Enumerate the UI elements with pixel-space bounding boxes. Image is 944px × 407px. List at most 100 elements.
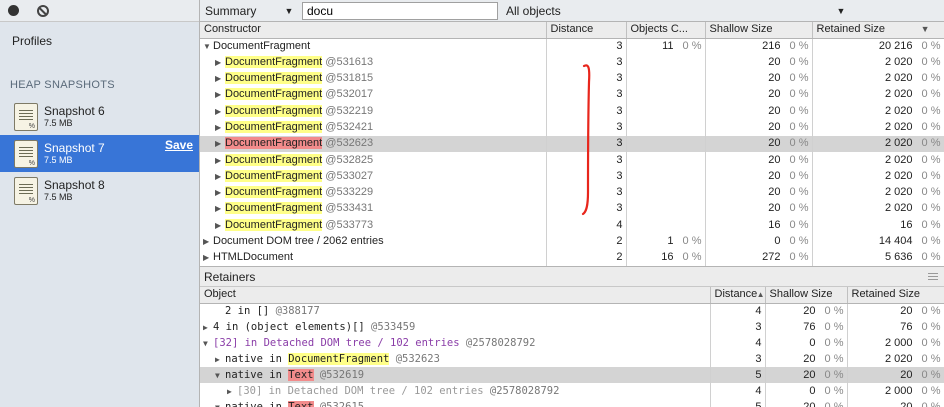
- record-icon[interactable]: [8, 5, 19, 16]
- col-ret-shallow-size[interactable]: Shallow Size: [765, 287, 848, 304]
- shallow-size-cell-percent: 0 %: [789, 88, 809, 101]
- retained-size-cell-percent: 0 %: [921, 218, 941, 231]
- retainer-row[interactable]: ▶ 4 in (object elements)[] @533459 3 76 0 % 7…: [200, 319, 944, 335]
- col-ret-retained-size[interactable]: Retained Size: [847, 287, 944, 304]
- constructor-row[interactable]: ▶ Document DOM tree / 2062 entries 2 1 0 % 0 0…: [200, 233, 944, 250]
- view-dropdown-icon[interactable]: ▼: [276, 6, 302, 16]
- snapshot-item[interactable]: Snapshot 77.5 MB Save: [0, 135, 199, 172]
- retainer-row[interactable]: ▼ native in Text @532619 5 20 0 % 20 0 %: [200, 367, 944, 383]
- expand-triangle-icon[interactable]: ▶: [215, 201, 225, 216]
- shallow-size-cell: 20 0 %: [705, 168, 813, 185]
- retained-size-cell-value: 2 020: [884, 88, 913, 101]
- constructor-row[interactable]: ▶ DocumentFragment @533229 3 20 0 % 2 020 0 %: [200, 184, 944, 201]
- expand-triangle-icon[interactable]: ▼: [203, 336, 213, 351]
- expand-triangle-icon[interactable]: ▼: [215, 368, 225, 383]
- expand-triangle-icon[interactable]: ▶: [215, 87, 225, 102]
- shallow-size-cell-value: 20: [768, 104, 781, 117]
- objects-filter-dropdown-icon[interactable]: ▼: [826, 6, 856, 16]
- shallow-size-cell-value: 20: [768, 169, 781, 182]
- expand-triangle-icon[interactable]: ▶: [215, 55, 225, 70]
- view-select[interactable]: Summary: [200, 4, 276, 18]
- expand-triangle-icon[interactable]: ▼: [203, 39, 213, 54]
- constructor-row[interactable]: ▶ DocumentFragment @533027 3 20 0 % 2 020 0 %: [200, 168, 944, 185]
- retainers-panel-header: Retainers: [200, 266, 944, 287]
- retainer-retained-cell-percent: 0 %: [921, 336, 941, 349]
- distance-cell: 3: [546, 103, 627, 120]
- col-retained-size[interactable]: Retained Size ▼: [812, 22, 944, 39]
- retained-size-cell-percent: 0 %: [921, 88, 941, 101]
- constructor-row[interactable]: ▶ HTMLDocument 2 16 0 % 272 0 % 5 636 0 %: [200, 249, 944, 266]
- retainer-row[interactable]: 2 in [] @388177 4 20 0 % 20 0 %: [200, 303, 944, 319]
- col-shallow-size[interactable]: Shallow Size: [705, 22, 813, 39]
- retainer-name: Text: [288, 400, 314, 407]
- snapshot-item[interactable]: Snapshot 87.5 MB: [0, 172, 199, 209]
- retained-size-cell-percent: 0 %: [921, 153, 941, 166]
- shallow-size-cell-percent: 0 %: [789, 121, 809, 134]
- retainer-row[interactable]: ▼ native in Text @532615 5 20 0 % 20 0 %: [200, 399, 944, 407]
- col-objects-count[interactable]: Objects C...: [626, 22, 706, 39]
- object-id: @531815: [325, 72, 374, 85]
- retained-size-cell-percent: 0 %: [921, 169, 941, 182]
- retainer-shallow-cell-percent: 0 %: [824, 352, 844, 365]
- constructor-row[interactable]: ▶ DocumentFragment @532017 3 20 0 % 2 020 0 %: [200, 86, 944, 104]
- objects-count-cell: [626, 200, 706, 218]
- expand-triangle-icon[interactable]: ▶: [215, 104, 225, 119]
- expand-triangle-icon[interactable]: ▶: [203, 234, 213, 249]
- expand-triangle-icon[interactable]: ▶: [215, 218, 225, 233]
- objects-count-cell: [626, 217, 706, 234]
- objects-count-cell: [626, 151, 706, 169]
- col-distance[interactable]: Distance: [546, 22, 627, 39]
- constructor-row[interactable]: ▼ DocumentFragment 3 11 0 % 216 0 % 20 216 0 %: [200, 38, 944, 55]
- snapshot-text: Snapshot 6 7.5 MB: [44, 105, 105, 129]
- save-snapshot-link[interactable]: Save: [165, 138, 193, 152]
- constructor-row[interactable]: ▶ DocumentFragment @533431 3 20 0 % 2 020 0 %: [200, 200, 944, 218]
- objects-count-cell: [626, 184, 706, 201]
- constructor-cell: ▶ Document DOM tree / 2062 entries: [200, 233, 547, 250]
- expand-triangle-icon[interactable]: ▶: [203, 320, 213, 335]
- constructor-cell: ▶ DocumentFragment @533027: [200, 168, 547, 185]
- shallow-size-cell-percent: 0 %: [789, 202, 809, 215]
- retained-size-cell-percent: 0 %: [921, 39, 941, 52]
- expand-triangle-icon[interactable]: ▶: [227, 384, 237, 399]
- expand-triangle-icon[interactable]: ▶: [203, 250, 213, 265]
- shallow-size-cell-value: 20: [768, 72, 781, 85]
- class-filter-input[interactable]: [302, 1, 498, 20]
- retainer-row[interactable]: ▶ [30] in Detached DOM tree / 102 entries…: [200, 383, 944, 399]
- expand-triangle-icon[interactable]: ▶: [215, 169, 225, 184]
- expand-triangle-icon[interactable]: ▶: [215, 185, 225, 200]
- retainer-shallow-cell-percent: 0 %: [824, 304, 844, 317]
- retainer-shallow-cell: 20 0 %: [765, 351, 848, 367]
- col-ret-distance[interactable]: Distance ▲: [710, 287, 766, 304]
- col-constructor[interactable]: Constructor: [200, 22, 547, 39]
- objects-count-cell: [626, 54, 706, 71]
- resize-grip-icon[interactable]: [928, 273, 938, 280]
- clear-icon[interactable]: [37, 4, 49, 17]
- expand-triangle-icon[interactable]: ▶: [215, 352, 225, 367]
- sort-asc-icon: ▲: [756, 290, 765, 300]
- retainer-row[interactable]: ▼ [32] in Detached DOM tree / 102 entries…: [200, 335, 944, 351]
- constructor-row[interactable]: ▶ DocumentFragment @532623 3 20 0 % 2 020 0 %: [200, 135, 944, 152]
- snapshot-item[interactable]: Snapshot 67.5 MB: [0, 98, 199, 135]
- retainer-row[interactable]: ▶ native in DocumentFragment @532623 3 20 0 …: [200, 351, 944, 367]
- shallow-size-cell: 20 0 %: [705, 54, 813, 71]
- constructor-row[interactable]: ▶ DocumentFragment @532219 3 20 0 % 2 020 0 %: [200, 103, 944, 120]
- constructor-row[interactable]: ▶ DocumentFragment @532421 3 20 0 % 2 020 0 %: [200, 119, 944, 136]
- retained-size-cell-value: 2 020: [884, 121, 913, 134]
- constructor-row[interactable]: ▶ DocumentFragment @533773 4 16 0 % 16 0 %: [200, 217, 944, 234]
- constructor-row[interactable]: ▶ DocumentFragment @531815 3 20 0 % 2 020 0 %: [200, 70, 944, 87]
- retainer-distance-cell: 3: [710, 319, 766, 335]
- object-id: @532619: [319, 368, 365, 381]
- objects-filter-select[interactable]: All objects: [506, 4, 826, 18]
- expand-triangle-icon[interactable]: ▼: [215, 400, 225, 407]
- retainer-shallow-cell-value: 76: [803, 320, 816, 333]
- constructor-row[interactable]: ▶ DocumentFragment @532825 3 20 0 % 2 020 0 %: [200, 151, 944, 169]
- col-object[interactable]: Object: [200, 287, 711, 304]
- retainer-shallow-cell-percent: 0 %: [824, 336, 844, 349]
- expand-triangle-icon[interactable]: ▶: [215, 71, 225, 86]
- constructor-row[interactable]: ▶ DocumentFragment @531613 3 20 0 % 2 020 0 %: [200, 54, 944, 71]
- expand-triangle-icon[interactable]: ▶: [215, 153, 225, 168]
- retainer-retained-cell: 76 0 %: [847, 319, 944, 335]
- expand-triangle-icon[interactable]: ▶: [215, 136, 225, 151]
- constructor-name: DocumentFragment: [225, 202, 323, 215]
- expand-triangle-icon[interactable]: ▶: [215, 120, 225, 135]
